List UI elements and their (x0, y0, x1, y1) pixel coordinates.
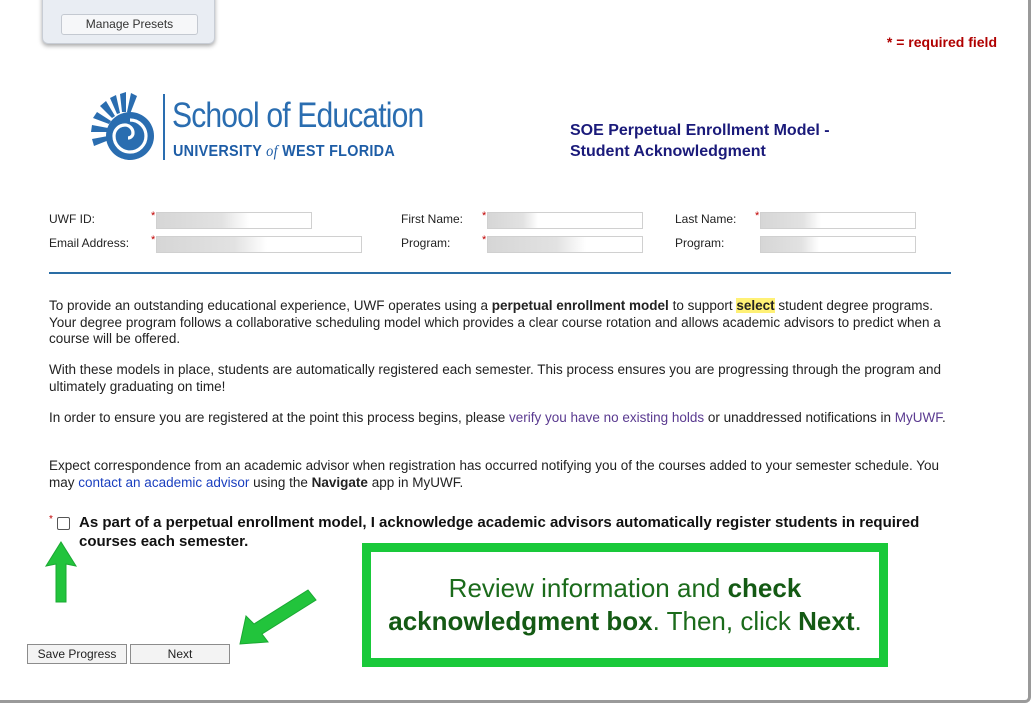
uwf-id-label: UWF ID: (49, 212, 95, 226)
presets-panel: Manage Presets (42, 0, 215, 44)
contact-advisor-link[interactable]: contact an academic advisor (78, 475, 249, 490)
last-name-field[interactable] (760, 212, 916, 229)
required-mark: * (482, 210, 487, 222)
first-name-label: First Name: (401, 212, 464, 226)
uwf-nautilus-logo-icon (91, 92, 154, 160)
logo-subtitle: UNIVERSITY of WEST FLORIDA (173, 143, 395, 160)
required-mark: * (151, 234, 156, 246)
paragraph-advisor-contact: Expect correspondence from an academic a… (49, 458, 940, 490)
first-name-field[interactable] (487, 212, 643, 229)
required-mark: * (49, 514, 53, 525)
acknowledgment-checkbox[interactable] (57, 517, 70, 530)
required-mark: * (151, 210, 156, 222)
paragraph-enrollment-model: To provide an outstanding educational ex… (49, 298, 941, 346)
logo-title: School of Education (172, 96, 424, 135)
section-divider (49, 272, 951, 274)
program-label-2: Program: (675, 236, 725, 250)
instruction-callout: Review information and check acknowledgm… (362, 543, 888, 667)
program-field-2[interactable] (760, 236, 916, 253)
email-field[interactable] (156, 236, 362, 253)
required-mark: * (755, 210, 760, 222)
email-label: Email Address: (49, 236, 130, 250)
required-field-legend: * = required field (886, 34, 997, 50)
uwf-id-field[interactable] (156, 212, 312, 229)
arrow-to-next-icon (239, 589, 317, 645)
paragraph-holds: In order to ensure you are registered at… (49, 410, 946, 425)
manage-presets-button[interactable]: Manage Presets (61, 14, 198, 35)
program-label: Program: (401, 236, 451, 250)
save-progress-button[interactable]: Save Progress (27, 644, 127, 664)
last-name-label: Last Name: (675, 212, 737, 226)
logo-divider (163, 94, 165, 160)
form-title: SOE Perpetual Enrollment Model - Student… (570, 122, 830, 160)
paragraph-automatic-registration: With these models in place, students are… (49, 362, 941, 394)
next-button[interactable]: Next (130, 644, 230, 664)
up-arrow-icon (44, 541, 78, 603)
required-mark: * (482, 234, 487, 246)
verify-holds-link[interactable]: verify you have no existing holds (509, 410, 704, 425)
myuwf-link[interactable]: MyUWF (895, 410, 942, 425)
program-field[interactable] (487, 236, 643, 253)
